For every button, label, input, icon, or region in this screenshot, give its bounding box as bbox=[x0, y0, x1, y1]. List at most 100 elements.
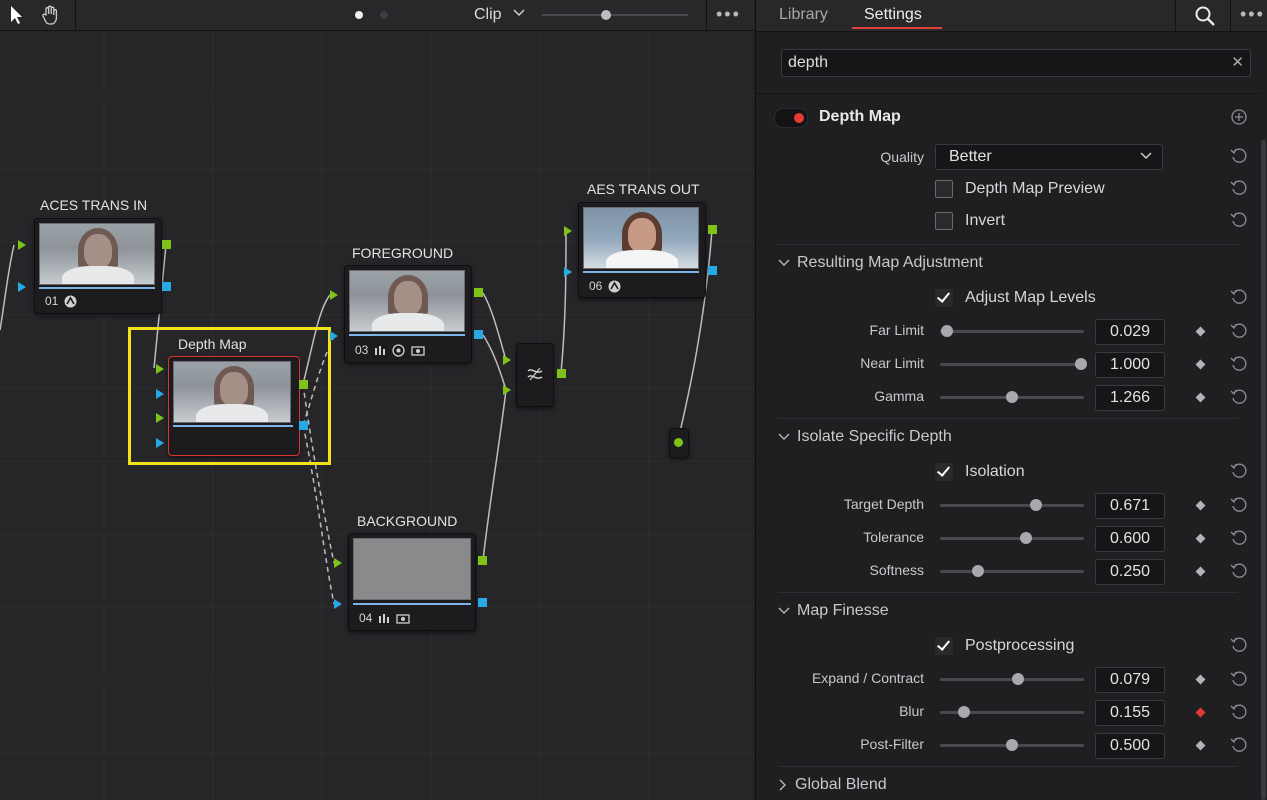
param-value-field[interactable]: 0.500 bbox=[1095, 733, 1165, 759]
reset-icon[interactable] bbox=[1230, 496, 1248, 514]
reset-icon[interactable] bbox=[1230, 211, 1248, 229]
hand-tool-icon[interactable] bbox=[40, 4, 62, 26]
keyframe-diamond-icon[interactable] bbox=[1195, 359, 1206, 370]
node-input-port[interactable] bbox=[330, 331, 338, 341]
keyframe-diamond-icon[interactable] bbox=[1195, 566, 1206, 577]
param-value-field[interactable]: 1.266 bbox=[1095, 385, 1165, 411]
keyframe-diamond-icon[interactable] bbox=[1195, 740, 1206, 751]
effect-enable-toggle[interactable] bbox=[774, 108, 808, 128]
param-value-field[interactable]: 0.079 bbox=[1095, 667, 1165, 693]
node-input-port[interactable] bbox=[156, 389, 164, 399]
node-output-port[interactable] bbox=[708, 225, 717, 234]
scrollbar[interactable] bbox=[1261, 140, 1266, 800]
zoom-slider[interactable] bbox=[542, 14, 688, 16]
reset-icon[interactable] bbox=[1230, 670, 1248, 688]
chevron-down-icon[interactable] bbox=[513, 8, 525, 18]
param-slider-knob[interactable] bbox=[1030, 499, 1042, 511]
param-value-field[interactable]: 0.029 bbox=[1095, 319, 1165, 345]
param-slider[interactable] bbox=[940, 499, 1084, 511]
mixer-output-port[interactable] bbox=[557, 369, 566, 378]
reset-icon[interactable] bbox=[1230, 388, 1248, 406]
mixer-input-port[interactable] bbox=[503, 355, 511, 365]
node-output-port[interactable] bbox=[474, 288, 483, 297]
node-output-port[interactable] bbox=[299, 380, 308, 389]
isolation-checkbox[interactable] bbox=[935, 463, 953, 481]
node-output-port[interactable] bbox=[474, 330, 483, 339]
node-depth-map[interactable] bbox=[168, 356, 300, 456]
node-aces-trans-in[interactable]: 01 bbox=[34, 218, 162, 314]
section-resulting-map-adjustment[interactable]: Resulting Map Adjustment bbox=[778, 254, 983, 272]
reset-icon[interactable] bbox=[1230, 179, 1248, 197]
tab-library[interactable]: Library bbox=[779, 6, 828, 24]
node-background[interactable]: 04 bbox=[348, 533, 476, 631]
param-slider[interactable] bbox=[940, 739, 1084, 751]
param-slider-knob[interactable] bbox=[1075, 358, 1087, 370]
param-slider-knob[interactable] bbox=[1006, 739, 1018, 751]
param-slider-knob[interactable] bbox=[1012, 673, 1024, 685]
pointer-tool-icon[interactable] bbox=[6, 4, 28, 26]
param-slider-knob[interactable] bbox=[1006, 391, 1018, 403]
page-dot-active[interactable] bbox=[355, 11, 363, 19]
section-global-blend[interactable]: Global Blend bbox=[778, 776, 887, 794]
node-output-port[interactable] bbox=[478, 556, 487, 565]
section-map-finesse[interactable]: Map Finesse bbox=[778, 602, 889, 620]
page-dot[interactable] bbox=[380, 11, 388, 19]
node-output-port[interactable] bbox=[162, 282, 171, 291]
keyframe-diamond-icon[interactable] bbox=[1195, 674, 1206, 685]
param-value-field[interactable]: 0.600 bbox=[1095, 526, 1165, 552]
param-slider[interactable] bbox=[940, 706, 1084, 718]
search-input-value[interactable]: depth bbox=[788, 54, 828, 72]
keyframe-diamond-icon[interactable] bbox=[1195, 326, 1206, 337]
param-slider[interactable] bbox=[940, 532, 1084, 544]
param-slider[interactable] bbox=[940, 673, 1084, 685]
node-output-port[interactable] bbox=[299, 421, 308, 430]
adjust-map-levels-checkbox[interactable] bbox=[935, 289, 953, 307]
reset-icon[interactable] bbox=[1230, 355, 1248, 373]
node-input-port[interactable] bbox=[156, 438, 164, 448]
postprocessing-checkbox[interactable] bbox=[935, 637, 953, 655]
node-output-port[interactable] bbox=[162, 240, 171, 249]
param-value-field[interactable]: 1.000 bbox=[1095, 352, 1165, 378]
reset-icon[interactable] bbox=[1230, 703, 1248, 721]
section-isolate-specific-depth[interactable]: Isolate Specific Depth bbox=[778, 428, 952, 446]
node-mode-dropdown[interactable]: Clip bbox=[474, 6, 502, 24]
reset-icon[interactable] bbox=[1230, 736, 1248, 754]
param-value-field[interactable]: 0.155 bbox=[1095, 700, 1165, 726]
reset-icon[interactable] bbox=[1230, 288, 1248, 306]
param-slider[interactable] bbox=[940, 391, 1084, 403]
search-icon[interactable] bbox=[1194, 5, 1216, 27]
invert-checkbox[interactable] bbox=[935, 212, 953, 230]
node-output-port[interactable] bbox=[708, 266, 717, 275]
param-slider-knob[interactable] bbox=[958, 706, 970, 718]
tab-settings[interactable]: Settings bbox=[864, 6, 922, 24]
reset-icon[interactable] bbox=[1230, 462, 1248, 480]
reset-icon[interactable] bbox=[1230, 636, 1248, 654]
depth-map-preview-checkbox[interactable] bbox=[935, 180, 953, 198]
add-keyframe-icon[interactable] bbox=[1230, 108, 1248, 126]
node-output-port[interactable] bbox=[478, 598, 487, 607]
node-input-port[interactable] bbox=[564, 267, 572, 277]
node-input-port[interactable] bbox=[18, 240, 26, 250]
param-slider-knob[interactable] bbox=[972, 565, 984, 577]
layer-mixer-node[interactable] bbox=[516, 343, 554, 407]
reset-icon[interactable] bbox=[1230, 147, 1248, 165]
more-options-icon[interactable]: ••• bbox=[716, 5, 741, 23]
keyframe-diamond-icon[interactable] bbox=[1195, 500, 1206, 511]
node-editor[interactable]: Clip ••• ACES TRANS IN 01 Depth Map FORE… bbox=[0, 0, 754, 800]
node-tree-output[interactable] bbox=[669, 428, 689, 458]
node-input-port[interactable] bbox=[156, 413, 164, 423]
clear-search-icon[interactable]: ✕ bbox=[1231, 53, 1244, 71]
more-options-icon[interactable]: ••• bbox=[1240, 5, 1265, 23]
keyframe-diamond-icon[interactable] bbox=[1195, 392, 1206, 403]
node-input-port[interactable] bbox=[564, 226, 572, 236]
node-input-port[interactable] bbox=[334, 599, 342, 609]
keyframe-diamond-icon[interactable] bbox=[1195, 707, 1206, 718]
node-input-port[interactable] bbox=[18, 282, 26, 292]
quality-dropdown[interactable]: Better bbox=[935, 144, 1163, 170]
node-input-port[interactable] bbox=[330, 290, 338, 300]
keyframe-diamond-icon[interactable] bbox=[1195, 533, 1206, 544]
param-value-field[interactable]: 0.671 bbox=[1095, 493, 1165, 519]
reset-icon[interactable] bbox=[1230, 562, 1248, 580]
output-port[interactable] bbox=[674, 438, 683, 447]
search-input[interactable]: depth ✕ bbox=[781, 49, 1251, 77]
